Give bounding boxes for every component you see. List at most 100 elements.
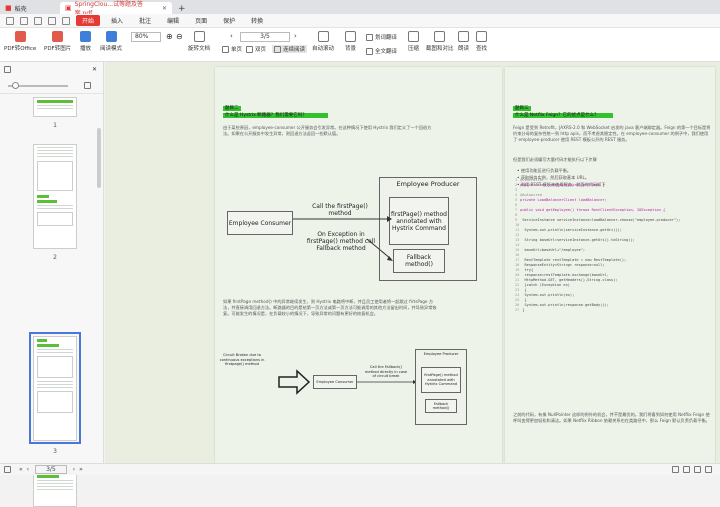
thumbnail-number: 2 (53, 254, 57, 261)
read-aloud-label: 朗读 (458, 46, 470, 52)
menu-annotate[interactable]: 批注 (134, 16, 156, 25)
page-input[interactable]: 3/5 (240, 32, 290, 42)
code-line-text: System.out.println(serviceInstance.getUr… (522, 228, 622, 232)
next-page-icon[interactable]: › (294, 32, 297, 40)
code-line-number: 18 (515, 263, 520, 267)
sidebar-toggle-icon[interactable] (4, 466, 11, 473)
pdf-to-office-button[interactable]: PDF转Office (4, 31, 36, 52)
paragraph: 但是我们必须编写大量代码才能执行以下步骤 (513, 157, 597, 162)
sidebar-scrollbar[interactable] (97, 128, 101, 188)
thumbnail-page-2[interactable] (33, 144, 77, 249)
read-aloud-button[interactable]: 朗读 (458, 31, 469, 52)
tab-home[interactable]: ■ 稻壳 (0, 2, 60, 14)
employee-producer-title: Employee Producer (423, 352, 459, 356)
screenshot-compare-button[interactable]: 截图和对比 (426, 31, 454, 52)
status-total: /5 (49, 466, 56, 473)
print-icon[interactable] (34, 16, 42, 25)
auto-scroll-button[interactable]: 自动滚动 (312, 31, 334, 52)
fullscreen-icon[interactable] (705, 466, 712, 473)
status-bar: « ‹ 3/5 › » (0, 463, 720, 475)
zoom-in-icon[interactable]: ⊕ (166, 32, 173, 41)
annotated-method-box: firstPage() method annotated with Hystri… (421, 367, 461, 393)
tab-bar: ■ 稻壳 ▣ SpringClou...试等题及答案.pdf ✕ + (0, 0, 720, 17)
code-line-number: 9 (515, 218, 518, 222)
code-line-number: 10 (515, 223, 520, 227)
sidebar-menu-icon[interactable] (4, 66, 11, 73)
code-line-text: ServiceInstance serviceInstance=loadBala… (520, 218, 681, 222)
rotate-button[interactable]: 旋转文档 (188, 31, 210, 52)
continuous-read-label: 连续阅读 (283, 47, 306, 53)
zoom-input[interactable]: 80% (131, 32, 161, 42)
menu-edit[interactable]: 编辑 (162, 16, 184, 25)
single-page-icon (222, 45, 229, 53)
code-line-text: public class ConsumerControllerClient { (520, 183, 605, 187)
view-mode-icon[interactable] (672, 466, 679, 473)
status-page-input[interactable]: 3/5 (35, 465, 67, 474)
employee-consumer-box: Employee Consumer (313, 375, 357, 389)
full-translate-label: 全文翻译 (375, 49, 398, 55)
fit-page-icon[interactable] (694, 466, 701, 473)
full-translate-button[interactable]: 全文翻译 (366, 47, 397, 55)
compress-button[interactable]: 压缩 (408, 31, 419, 52)
code-line-number: 20 (515, 273, 520, 277)
background-button[interactable]: 背景 (345, 31, 356, 52)
menu-start[interactable]: 开始 (76, 15, 101, 26)
continuous-read-button[interactable]: 连续阅读 (272, 45, 308, 53)
tab-document[interactable]: ▣ SpringClou...试等题及答案.pdf ✕ (60, 1, 172, 17)
rotate-icon (193, 31, 205, 42)
code-line-number: 12 (515, 233, 520, 237)
next-page-icon[interactable]: › (73, 466, 75, 473)
code-block: 1 @Controller 2 public class ConsumerContro… (515, 178, 710, 313)
code-line-number: 6 (515, 203, 518, 207)
menu-insert[interactable]: 插入 (106, 16, 128, 25)
menu-convert[interactable]: 转换 (246, 16, 268, 25)
fit-width-icon[interactable] (683, 466, 690, 473)
prev-page-icon[interactable]: ‹ (230, 32, 233, 40)
code-line-number: 11 (515, 228, 520, 232)
list-item: 使用功能区进行负载平衡。 (517, 167, 707, 174)
background-icon (345, 31, 356, 42)
code-line-number: 5 (515, 198, 518, 202)
menu-icon[interactable] (6, 16, 14, 25)
play-button[interactable]: 播放 (80, 31, 91, 52)
compress-label: 压缩 (408, 46, 420, 52)
image-icon[interactable] (84, 82, 91, 89)
code-line-number: 13 (515, 238, 520, 242)
thumbnail-sidebar: ✕ 1 2 3 (0, 62, 104, 507)
document-view[interactable]: 题目二 什么是 Hystrix 断路器？我们需要它吗？ 由于某些原因，emplo… (105, 62, 720, 463)
paragraph: 由于某些原因，employee-consumer 公开服务会引发异常。在这种情况… (223, 125, 432, 136)
code-line-text: System.out.println(ex); (522, 293, 575, 297)
first-page-icon[interactable]: « (19, 466, 23, 473)
menu-bar: 开始 插入 批注 编辑 页面 保护 转换 (0, 14, 720, 28)
add-tab-button[interactable]: + (172, 4, 192, 14)
close-icon[interactable]: ✕ (162, 5, 167, 12)
sidebar-tools: ✕ (0, 62, 103, 94)
redo-icon[interactable] (62, 16, 70, 25)
menu-protect[interactable]: 保护 (218, 16, 240, 25)
code-line-number: 16 (515, 253, 520, 257)
menu-page[interactable]: 页面 (190, 16, 212, 25)
code-line-number: 25 (515, 298, 520, 302)
slider-knob[interactable] (12, 82, 19, 89)
read-mode-button[interactable]: 阅读模式 (100, 31, 122, 52)
search-button[interactable]: 查找 (476, 31, 487, 52)
screenshot-compare-label: 截图和对比 (426, 46, 454, 52)
zoom-out-icon[interactable]: ⊖ (176, 32, 183, 41)
single-page-button[interactable]: 单页 (222, 45, 242, 53)
code-line-number: 15 (515, 248, 520, 252)
save-icon[interactable] (20, 16, 28, 25)
thumbnail-page-1[interactable] (33, 97, 77, 117)
home-icon: ■ (5, 4, 12, 12)
prev-page-icon[interactable]: ‹ (27, 466, 29, 473)
hystrix-diagram: Employee Producer Employee Consumer Call… (217, 167, 477, 281)
code-line-text: public void getEmployee() throws RestCli… (520, 208, 666, 212)
last-page-icon[interactable]: » (79, 466, 83, 473)
pdf-to-image-button[interactable]: PDF转图片 (44, 31, 71, 52)
word-translate-button[interactable]: 划词翻译 (366, 33, 397, 41)
close-icon[interactable]: ✕ (92, 66, 97, 73)
diagram-arrows (293, 216, 393, 261)
code-line-number: 26 (515, 303, 520, 307)
double-page-button[interactable]: 双页 (246, 45, 266, 53)
undo-icon[interactable] (48, 16, 56, 25)
code-line-number: 2 (515, 183, 518, 187)
